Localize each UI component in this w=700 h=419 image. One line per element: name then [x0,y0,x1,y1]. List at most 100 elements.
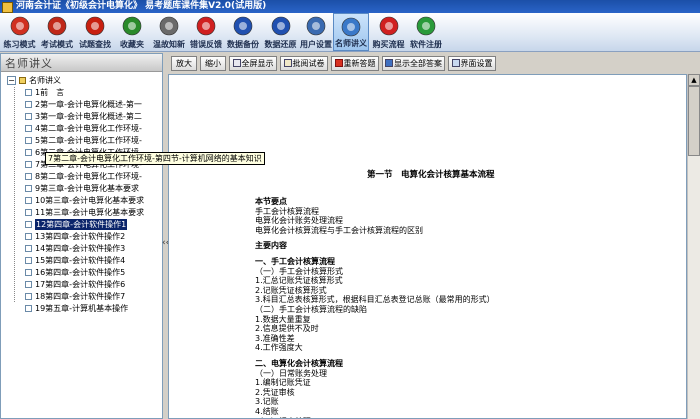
toolbar-button-2[interactable]: 考试模式 [38,13,76,51]
document-icon [25,161,32,168]
tree-item-label: 13第四章-会计软件操作2 [35,232,126,241]
panel-header-label: 名师讲义 [5,57,53,70]
toolbar-button-label: 名师讲义 [335,39,367,48]
document-icon [25,149,32,156]
toolbar-button-6[interactable]: 错误反馈 [188,13,224,51]
show-all-answers-button[interactable]: 显示全部答案 [382,56,445,71]
collapse-node-icon[interactable]: − [7,76,16,85]
restore-icon [269,15,293,37]
body-line: 1.汇总记账凭证核算形式 [255,276,343,286]
document-icon [25,305,32,312]
toolbar-button-12[interactable]: 软件注册 [408,13,444,51]
panel-header: 名师讲义 [1,54,162,72]
body-line: 4.结账 [255,407,279,416]
body-line: 2.信息提供不及时 [255,324,319,334]
section-title: 第一节 电算化会计核算基本流程 [367,170,495,180]
tree-item-label: 15第四章-会计软件操作4 [35,256,126,265]
document-icon [25,233,32,240]
scroll-up-arrow-icon[interactable]: ▲ [688,74,700,86]
toolbar-button-11[interactable]: 购买流程 [370,13,407,51]
toolbar-button-label: 练习模式 [3,40,36,49]
toolbar-button-3[interactable]: 试题查找 [76,13,114,51]
settings-icon [304,15,328,37]
tree-item-label: 8第二章-会计电算化工作环境- [35,172,142,181]
body-line: 3.记账 [255,397,279,407]
toolbar-button-label: 温故知新 [153,40,185,49]
fullscreen-button[interactable]: 全屏显示 [229,56,277,71]
tree-item-label: 3第一章-会计电算化概述-第二 [35,112,142,121]
tree-item-label: 18第四章-会计软件操作7 [35,292,126,301]
error-feedback-icon [194,15,218,37]
tree-root-label: 名师讲义 [29,76,61,85]
zoom-in-button[interactable]: 放大 [171,56,197,71]
document-icon [25,257,32,264]
zoom-out-button[interactable]: 缩小 [200,56,226,71]
content-scrollbar[interactable]: ▲ [687,74,700,419]
tree-item-label: 1前 言 [35,88,65,97]
toolbar-button-7[interactable]: 数据备份 [224,13,262,51]
section-heading: 一、手工会计核算流程 [255,257,335,266]
toolbar-button-10[interactable]: 名师讲义 [333,13,369,51]
toolbar-button-5[interactable]: 温故知新 [150,13,188,51]
document-icon [25,245,32,252]
scroll-thumb[interactable] [688,86,700,156]
chapter-tree[interactable]: − 名师讲义 1前 言 2第一章-会计电算化概述-第一 3第一章-会计电算化概述-第二 4… [1,73,162,373]
tree-item-label: 2第一章-会计电算化概述-第一 [35,100,142,109]
document-icon [25,293,32,300]
document-icon [25,197,32,204]
document-icon [25,113,32,120]
fullscreen-icon [232,59,241,67]
tree-item-label: 9第三章-会计电算化基本要求 [35,184,139,193]
body-line: 4.工作强度大 [255,343,303,353]
document-icon [25,89,32,96]
exam-icon [45,15,69,37]
purchase-icon [377,15,401,37]
grade-icon [283,59,292,67]
tree-item-label: 10第三章-会计电算化基本要求 [35,196,145,205]
grade-paper-button[interactable]: 批阅试卷 [280,56,328,71]
rewrite-answers-button[interactable]: 重新答题 [331,56,379,71]
toolbar-button-8[interactable]: 数据还原 [262,13,299,51]
tree-item-label: 19第五章-计算机基本操作 [35,304,129,313]
window-title: 河南会计证《初级会计电算化》 易考题库课件集V2.0(试用版) [16,1,267,11]
toolbar-button-label: 数据还原 [264,40,297,49]
body-line: （二）手工会计核算流程的缺陷 [255,305,367,314]
main-toolbar: 练习模式 考试模式 试题查找 收藏夹 温故知新 错误反馈 数据备份 数据还原 用户设置 名师讲义购… [0,13,700,52]
section-heading: 本节要点 [255,197,287,206]
document-icon [25,101,32,108]
document-icon [25,281,32,288]
tree-item-label: 12第四章-会计软件操作1 [35,219,128,230]
tree-item-label: 17第四章-会计软件操作6 [35,280,126,289]
body-line: 2.凭证审核 [255,387,295,397]
content-toolbar: 放大 缩小 全屏显示 批阅试卷 重新答题 显示全部答案 界面设置 [168,54,700,74]
lecture-content[interactable]: 第一节 电算化会计核算基本流程 本节要点 手工会计核算流程 电算化会计账务处理流程电… [168,74,687,419]
toolbar-button-9[interactable]: 用户设置 [299,13,333,51]
lecture-notes-panel: 名师讲义 − 名师讲义 1前 言 2第一章-会计电算化概述-第一 3第一章-会计电算化概… [0,53,163,419]
review-icon [157,15,181,37]
body-line: 电算化会计核算流程与手工会计核算流程的区别 [255,225,423,235]
toolbar-button-label: 用户设置 [300,40,332,49]
toolbar-button-label: 数据备份 [227,40,259,49]
ui-settings-icon [451,59,460,67]
tree-item-label: 14第四章-会计软件操作3 [35,244,126,253]
backup-icon [231,15,255,37]
tree-guide-line [14,87,15,302]
toolbar-button-label: 收藏夹 [120,40,144,49]
toolbar-button-4[interactable]: 收藏夹 [116,13,148,51]
toolbar-button-label: 试题查找 [79,40,111,49]
refresh-icon [334,59,343,67]
practice-icon [8,15,32,37]
toolbar-button-label: 错误反馈 [190,40,222,49]
section-heading: 二、电算化会计核算流程 [255,359,343,368]
tree-item-label: 16第四章-会计软件操作5 [35,268,126,277]
body-line: 3.科目汇总表核算形式，根据科目汇总表登记总账（最常用的形式） [255,295,495,305]
tree-item-label: 11第三章-会计电算化基本要求 [35,208,145,217]
ui-settings-button[interactable]: 界面设置 [448,56,496,71]
toolbar-button-1[interactable]: 练习模式 [1,13,38,51]
body-line: 电算化会计账务处理流程 [255,216,343,226]
document-icon [25,137,32,144]
document-icon [25,125,32,132]
search-questions-icon [83,15,107,37]
title-bar: 河南会计证《初级会计电算化》 易考题库课件集V2.0(试用版) [0,0,700,13]
toolbar-button-label: 购买流程 [372,40,405,49]
